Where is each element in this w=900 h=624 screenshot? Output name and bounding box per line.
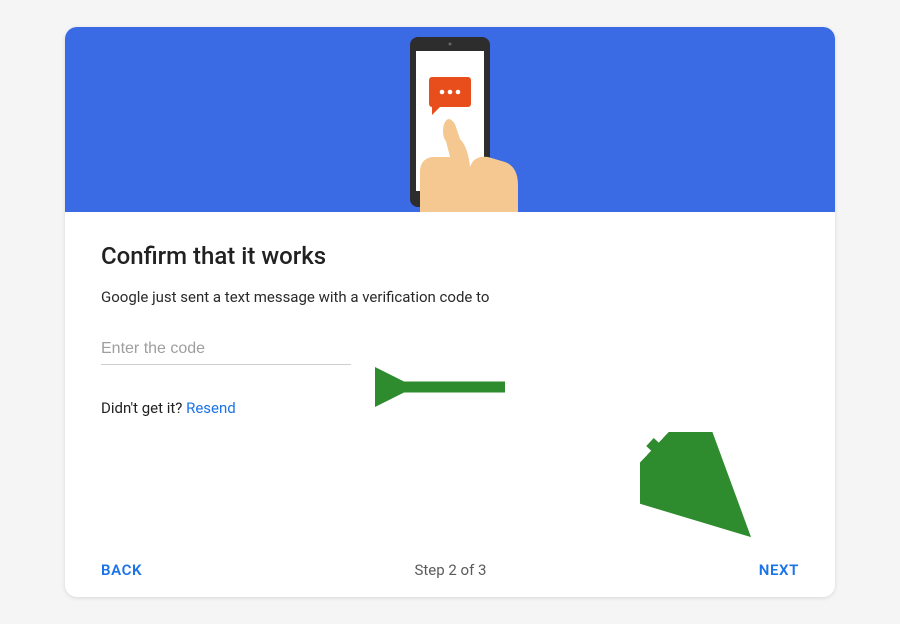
illustration-banner: [65, 27, 835, 212]
code-input-row: [101, 334, 799, 365]
content-area: Confirm that it works Google just sent a…: [65, 212, 835, 597]
resend-prompt-text: Didn't get it?: [101, 399, 186, 417]
verification-card: Confirm that it works Google just sent a…: [65, 27, 835, 597]
resend-line: Didn't get it? Resend: [101, 399, 799, 417]
next-button[interactable]: NEXT: [759, 561, 799, 579]
footer-bar: BACK Step 2 of 3 NEXT: [101, 537, 799, 579]
verification-code-input[interactable]: [101, 334, 351, 365]
step-indicator: Step 2 of 3: [414, 561, 486, 579]
description-text: Google just sent a text message with a v…: [101, 288, 799, 306]
resend-link[interactable]: Resend: [186, 399, 236, 417]
page-title: Confirm that it works: [101, 242, 799, 270]
back-button[interactable]: BACK: [101, 561, 142, 579]
phone-sms-icon: [350, 27, 550, 212]
